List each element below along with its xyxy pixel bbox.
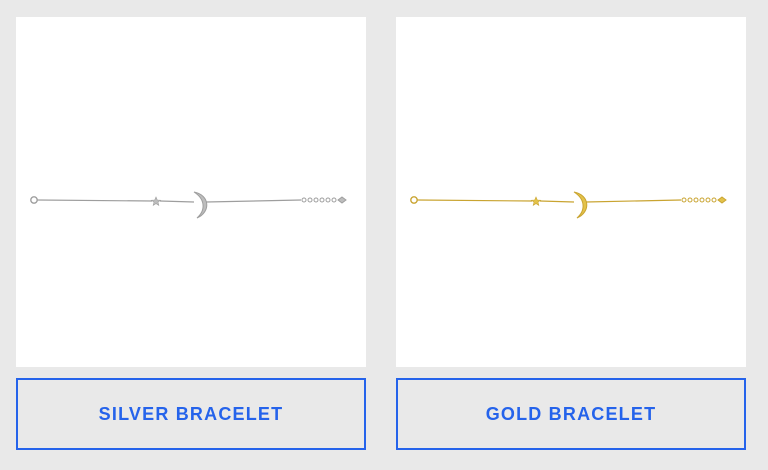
gold-bracelet-label: GOLD BRACELET (485, 403, 657, 424)
silver-bracelet-card[interactable] (16, 17, 366, 367)
gold-bracelet-image (410, 191, 727, 219)
silver-bracelet-button[interactable]: SILVER BRACELET (16, 378, 366, 450)
gold-bracelet-card[interactable] (396, 17, 746, 367)
gold-bracelet-button[interactable]: GOLD BRACELET (396, 378, 746, 450)
silver-bracelet-label: SILVER BRACELET (98, 403, 284, 424)
product-grid: SILVER BRACELET GOLD BRACELET (0, 0, 768, 470)
silver-bracelet-image (30, 191, 347, 219)
